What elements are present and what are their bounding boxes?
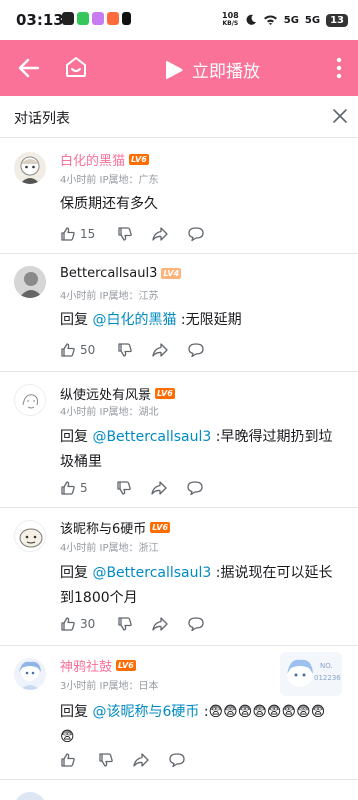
avatar[interactable] (14, 792, 46, 800)
thumb-down-icon[interactable] (116, 480, 132, 496)
badge-label: NO. (320, 662, 333, 670)
play-icon (166, 60, 183, 79)
like-button[interactable]: 50 (60, 342, 95, 358)
back-arrow-icon[interactable] (18, 57, 40, 79)
net-speed: 108 KB/S (222, 11, 239, 28)
comment-meta: 3小时前 IP属地：日本 (60, 681, 159, 692)
reply-icon[interactable] (168, 752, 186, 768)
avatar[interactable] (14, 152, 46, 184)
avatar[interactable] (14, 658, 46, 690)
thumb-down-icon[interactable] (117, 226, 133, 242)
avatar[interactable] (14, 266, 46, 298)
thumb-up-icon (61, 481, 75, 495)
badge-number: 012236 (314, 674, 341, 682)
avatar[interactable] (14, 384, 46, 416)
thumb-up-icon (61, 343, 75, 357)
status-time: 03:13 (16, 11, 64, 29)
like-count: 30 (80, 617, 96, 631)
like-button[interactable]: 15 (60, 226, 95, 242)
mention-link[interactable]: @Bettercallsaul3 (92, 565, 211, 581)
username[interactable]: 神鸦社鼓 (60, 656, 112, 675)
like-count: 50 (80, 343, 96, 357)
shop-icon (107, 12, 119, 25)
reply-icon[interactable] (186, 480, 204, 496)
signal-1: 5G (283, 14, 299, 26)
comment-text: 回复 @Bettercallsaul3 :据说现在可以延长到1800个月 (60, 565, 333, 606)
comment-meta: 4小时前 IP属地：广东 (60, 175, 159, 186)
thumb-up-icon (61, 617, 75, 631)
comment-text: 回复 @白化的黑猫 :无限延期 (60, 312, 242, 328)
thumb-up-icon (61, 227, 75, 241)
like-button[interactable] (60, 752, 80, 768)
home-icon[interactable] (64, 55, 88, 79)
share-icon[interactable] (132, 752, 150, 768)
signal-2: 5G (304, 14, 321, 26)
reply-icon[interactable] (187, 616, 205, 632)
like-button[interactable]: 5 (60, 480, 88, 496)
level-badge: LV4 (161, 268, 182, 279)
comment-item-partial (0, 780, 358, 800)
comment-item: 纵使远处有风景 LV6 4小时前 IP属地：湖北 回复 @Bettercalls… (0, 372, 358, 508)
share-icon[interactable] (151, 616, 169, 632)
level-badge: LV6 (155, 388, 175, 399)
like-count: 5 (80, 481, 88, 495)
tiktok-icon (122, 12, 131, 25)
close-icon[interactable] (330, 106, 350, 126)
play-now-label: 立即播放 (192, 62, 260, 82)
notification-icons (62, 12, 131, 25)
panel-title: 对话列表 (14, 111, 70, 127)
share-icon[interactable] (151, 342, 169, 358)
level-badge: LV6 (150, 522, 171, 533)
username[interactable]: 纵使远处有风景 (60, 384, 151, 403)
wifi-icon (263, 15, 277, 25)
level-badge: LV6 (116, 660, 136, 671)
comment-item: 神鸦社鼓 LV6 3小时前 IP属地：日本 NO. 012236 回复 @该昵称… (0, 646, 358, 780)
status-bar: 03:13 108 KB/S 5G 5G 13 (0, 0, 358, 40)
comment-text: 回复 @Bettercallsaul3 :早晚得过期扔到垃圾桶里 (60, 429, 333, 470)
play-now-button[interactable]: 立即播放 (164, 57, 260, 82)
comment-meta: 4小时前 IP属地：江苏 (60, 291, 159, 302)
thumb-down-icon[interactable] (117, 616, 133, 632)
comment-item: 白化的黑猫 LV6 4小时前 IP属地：广东 保质期还有多久 15 (0, 138, 358, 254)
status-right: 108 KB/S 5G 5G 13 (222, 12, 348, 28)
battery-indicator: 13 (326, 13, 348, 27)
panel-header: 对话列表 (0, 96, 358, 138)
comment-item: Bettercallsaul3 LV4 4小时前 IP属地：江苏 回复 @白化的… (0, 254, 358, 372)
thumb-up-icon (61, 753, 75, 767)
mention-link[interactable]: @该昵称与6硬币 (92, 704, 199, 720)
reply-icon[interactable] (187, 226, 205, 242)
more-vertical-icon[interactable] (336, 56, 342, 80)
qq-icon (62, 12, 74, 25)
share-icon[interactable] (151, 226, 169, 242)
share-icon[interactable] (150, 480, 168, 496)
fan-badge-card[interactable]: NO. 012236 (280, 652, 342, 696)
like-count: 15 (80, 227, 96, 241)
reply-icon[interactable] (187, 342, 205, 358)
comment-meta: 4小时前 IP属地：浙江 (60, 543, 159, 554)
thumb-down-icon[interactable] (98, 752, 114, 768)
like-button[interactable]: 30 (60, 616, 95, 632)
avatar[interactable] (14, 520, 46, 552)
comment-text: 保质期还有多久 (60, 196, 158, 212)
wechat-icon (77, 12, 89, 25)
thumb-down-icon[interactable] (117, 342, 133, 358)
level-badge: LV6 (129, 154, 149, 165)
toolbar: 立即播放 (0, 40, 358, 96)
moon-icon (246, 14, 256, 25)
comment-text: 回复 @该昵称与6硬币 :😨😨😨😨😨😨😨😨😨 (60, 704, 326, 745)
app-icon (92, 12, 104, 25)
username[interactable]: Bettercallsaul3 (60, 266, 157, 281)
mention-link[interactable]: @Bettercallsaul3 (92, 429, 211, 445)
mention-link[interactable]: @白化的黑猫 (92, 312, 176, 328)
comment-meta: 4小时前 IP属地：湖北 (60, 407, 159, 418)
username[interactable]: 该昵称与6硬币 (60, 518, 146, 537)
comment-item: 该昵称与6硬币 LV6 4小时前 IP属地：浙江 回复 @Bettercalls… (0, 508, 358, 646)
username[interactable]: 白化的黑猫 (60, 150, 125, 169)
